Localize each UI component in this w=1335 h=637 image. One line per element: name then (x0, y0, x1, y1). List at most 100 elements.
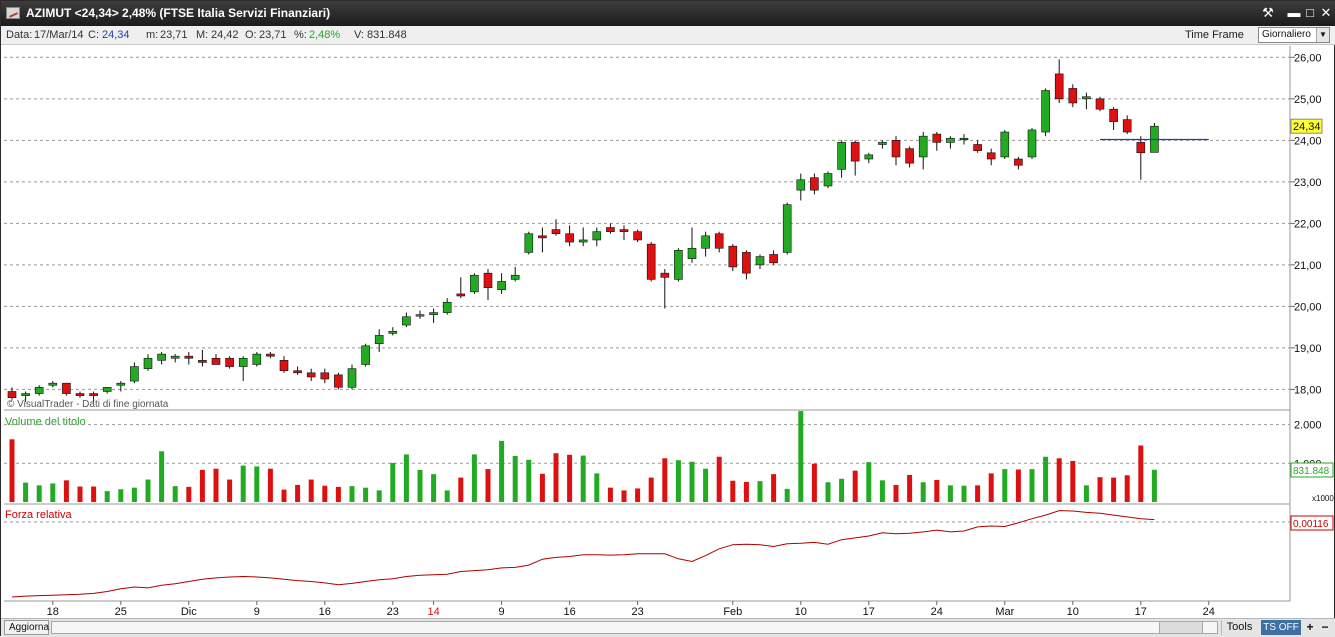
close-value: 24,34 (102, 29, 130, 41)
volume-bar (567, 454, 573, 502)
candle-body (891, 140, 901, 158)
candle-body (157, 353, 166, 361)
candle-body (225, 357, 234, 367)
candle-body (1095, 98, 1105, 110)
volume-bar (186, 486, 192, 502)
volume-bar (322, 485, 328, 502)
price-tick-label: 20,00 (1294, 301, 1322, 313)
candle-body (850, 142, 860, 162)
volume-bar (1070, 460, 1076, 502)
candle-body (470, 274, 479, 293)
volume-bar (784, 488, 790, 502)
candle-body (1068, 88, 1078, 104)
candle-body (592, 231, 602, 241)
ts-off-button[interactable]: TS OFF (1261, 620, 1301, 635)
last-price-tag: 24,34 (1290, 118, 1323, 134)
tools-button[interactable]: Tools (1221, 620, 1257, 635)
volume-bar (63, 480, 69, 502)
candle-body (946, 137, 955, 143)
volume-title: Volume del titolo (5, 416, 86, 428)
scrollbar-thumb[interactable] (1159, 621, 1203, 634)
tools-label: Tools (1226, 621, 1253, 633)
volume-bar (458, 477, 464, 502)
volume-bar (1097, 477, 1103, 502)
volume-bar (934, 479, 940, 502)
candle-body (130, 366, 139, 382)
volume-bar (594, 473, 600, 502)
volume-bar (730, 480, 736, 502)
chart-area[interactable]: 18,00 19,00 20,00 21,00 22,00 23,00 24,00 25,00… (1, 45, 1335, 618)
volume-tick-label: 2.000 (1294, 420, 1322, 432)
candle-body (551, 229, 561, 235)
candle-body (864, 154, 874, 160)
time-tick-label: 25 (115, 606, 127, 618)
candle-body (538, 235, 547, 239)
candle-body (266, 353, 275, 357)
candle-body (388, 330, 398, 334)
volume-bar (757, 481, 763, 502)
tools-icon[interactable]: ⚒ (1260, 5, 1276, 21)
maximize-button[interactable]: □ (1302, 5, 1318, 21)
volume-bar (662, 458, 668, 502)
volume-bar (267, 468, 273, 502)
chart-window: AZIMUT <24,34> 2,48% (FTSE Italia Serviz… (0, 0, 1335, 637)
refresh-button[interactable]: Aggiorna (4, 620, 49, 635)
time-tick-label: 14 (427, 606, 439, 618)
volume-bar (295, 484, 301, 502)
candle-body (21, 393, 30, 396)
volume-bar (798, 411, 804, 502)
zoom-in-button[interactable]: + (1304, 620, 1316, 635)
volume-bar (1043, 456, 1049, 502)
volume-bar (118, 489, 124, 502)
candle (361, 343, 370, 367)
volume-last-label: 831.848 (1293, 466, 1330, 477)
pct-value: 2,48% (309, 29, 341, 41)
candle (633, 229, 642, 243)
volume-bar (689, 461, 695, 502)
candle-body (361, 345, 370, 365)
close-button[interactable]: ✕ (1318, 5, 1334, 21)
strength-title: Forza relativa (5, 509, 73, 521)
candle-body (986, 152, 996, 160)
candle-body (1027, 129, 1037, 158)
volume-bar (1111, 477, 1117, 502)
window-title: AZIMUT <24,34> 2,48% (FTSE Italia Serviz… (26, 6, 331, 20)
volume-bar (893, 484, 899, 502)
strength-last-tag: 0,00116 (1290, 515, 1334, 531)
volume-bar (947, 485, 953, 502)
volume-bar (499, 440, 505, 502)
candle-body (89, 393, 98, 396)
volume-bar (199, 469, 205, 502)
candle-body (633, 231, 642, 241)
candle (334, 372, 343, 390)
zoom-out-button[interactable]: − (1319, 620, 1331, 635)
candle (782, 202, 792, 255)
timeframe-select[interactable]: Giornaliero ▼ (1258, 27, 1330, 43)
chevron-down-icon[interactable]: ▼ (1316, 28, 1329, 42)
candle-body (252, 353, 262, 365)
minimize-button[interactable]: ▬ (1286, 5, 1302, 21)
candle-body (75, 393, 85, 396)
candle-body (442, 301, 452, 313)
horizontal-scrollbar[interactable] (51, 621, 1218, 634)
volume-bar (743, 481, 749, 502)
candle-body (524, 233, 534, 253)
volume-bar (1083, 485, 1089, 502)
title-bar[interactable]: AZIMUT <24,34> 2,48% (FTSE Italia Serviz… (1, 1, 1335, 26)
volume-bar (526, 459, 532, 502)
volume-bar (839, 478, 845, 502)
volume-grid (4, 424, 1290, 464)
candle-body (170, 355, 180, 359)
candle-body (905, 148, 914, 164)
volume-bar (648, 477, 654, 502)
volume-bar (349, 486, 355, 502)
volume-bar (1002, 469, 1008, 502)
candle-body (1054, 73, 1064, 100)
candle-body (878, 142, 887, 145)
volume-bar (607, 487, 613, 502)
volume-bar (811, 463, 817, 502)
volume-bar (431, 474, 437, 502)
refresh-label: Aggiorna (9, 622, 50, 633)
bottom-toolbar: Aggiorna Tools TS OFF + − (1, 618, 1335, 637)
candle-body (959, 137, 969, 141)
